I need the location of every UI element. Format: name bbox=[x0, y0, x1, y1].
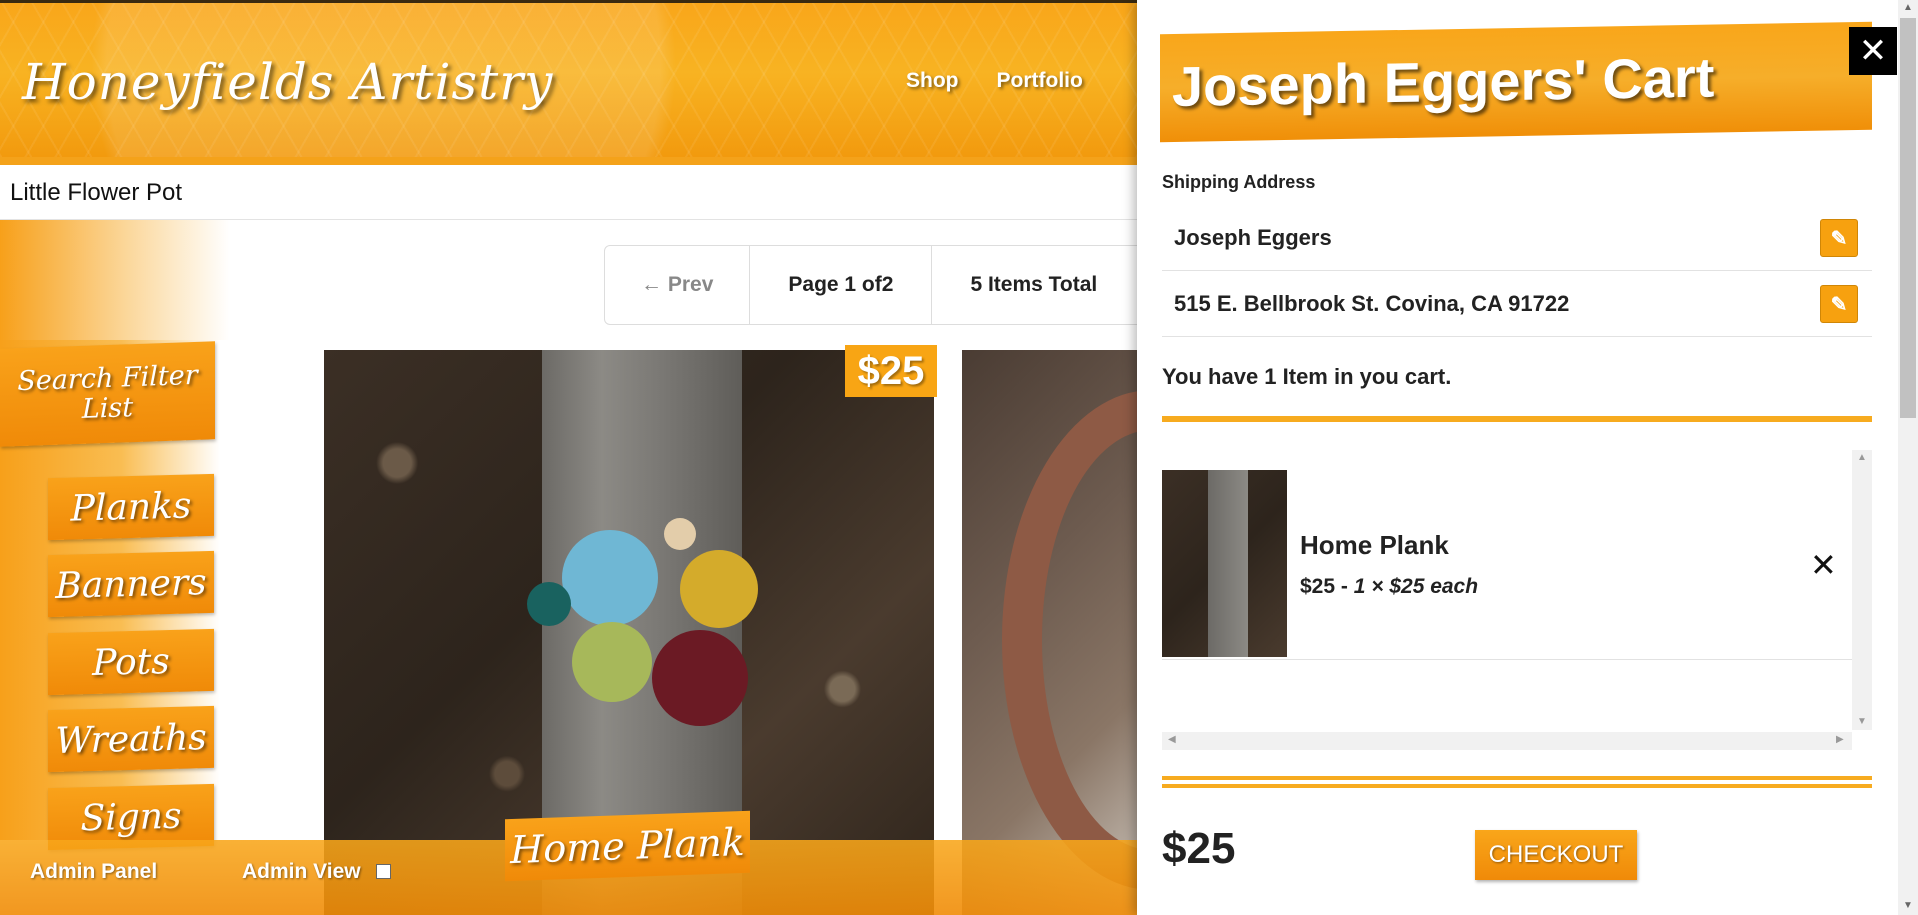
page-indicator: Page 1 of2 bbox=[750, 246, 933, 324]
checkout-button[interactable]: CHECKOUT bbox=[1475, 830, 1637, 880]
scroll-up-icon: ▲ bbox=[1857, 452, 1867, 463]
cart-items-list[interactable]: Home Plank $25 - 1 × $25 each ✕ ▲ ▼ ◀ ▶ bbox=[1162, 450, 1874, 750]
cart-title: Joseph Eggers' Cart bbox=[1160, 21, 1872, 143]
scrollbar-thumb[interactable] bbox=[1900, 18, 1916, 418]
category-pots[interactable]: Pots bbox=[48, 628, 214, 696]
items-total: 5 Items Total bbox=[970, 273, 1098, 296]
close-icon: ✕ bbox=[1858, 31, 1888, 71]
remove-item-button[interactable]: ✕ bbox=[1810, 546, 1837, 584]
sidebar-fade bbox=[0, 220, 230, 340]
price-badge: $25 bbox=[845, 345, 937, 397]
cart-total: $25 bbox=[1162, 824, 1236, 873]
items-vertical-scrollbar[interactable]: ▲ ▼ bbox=[1852, 450, 1872, 730]
arrow-left-icon: ← bbox=[641, 273, 668, 296]
cart-item: Home Plank $25 - 1 × $25 each ✕ bbox=[1162, 460, 1852, 660]
scroll-down-icon: ▼ bbox=[1903, 900, 1913, 911]
search-filter-button[interactable]: Search Filter List bbox=[0, 341, 215, 447]
divider bbox=[1162, 416, 1872, 422]
admin-panel-link[interactable]: Admin Panel bbox=[30, 860, 157, 884]
product-image bbox=[1002, 390, 1140, 890]
category-banners[interactable]: Banners bbox=[48, 550, 214, 618]
divider bbox=[1162, 776, 1872, 780]
scroll-right-icon: ▶ bbox=[1836, 734, 1844, 745]
admin-view-checkbox[interactable] bbox=[376, 864, 391, 879]
shipping-address-label: Shipping Address bbox=[1162, 172, 1316, 192]
edit-name-button[interactable]: ✎ bbox=[1820, 219, 1858, 257]
close-cart-button[interactable]: ✕ bbox=[1849, 27, 1897, 75]
cart-item-price: $25 - 1 × $25 each bbox=[1300, 575, 1479, 598]
shipping-address-row: 515 E. Bellbrook St. Covina, CA 91722 ✎ bbox=[1162, 271, 1872, 337]
items-horizontal-scrollbar[interactable]: ◀ ▶ bbox=[1162, 732, 1852, 750]
product-title: Little Flower Pot bbox=[0, 165, 1140, 220]
prev-label: Prev bbox=[667, 273, 714, 296]
scroll-down-icon: ▼ bbox=[1857, 716, 1867, 727]
admin-view-label: Admin View bbox=[242, 860, 361, 883]
site-logo[interactable]: Honeyfields Artistry bbox=[22, 53, 553, 111]
close-icon: ✕ bbox=[1810, 546, 1837, 584]
scroll-left-icon: ◀ bbox=[1168, 734, 1176, 745]
category-wreaths[interactable]: Wreaths bbox=[48, 705, 214, 773]
cart-item-thumbnail bbox=[1162, 470, 1287, 657]
edit-address-button[interactable]: ✎ bbox=[1820, 285, 1858, 323]
pencil-icon: ✎ bbox=[1830, 293, 1848, 316]
cart-item-qty: 1 × $25 each bbox=[1353, 575, 1479, 598]
shipping-name: Joseph Eggers bbox=[1174, 224, 1332, 250]
main-nav: Shop Portfolio bbox=[906, 69, 1083, 93]
prev-button[interactable]: ← Prev bbox=[605, 246, 751, 324]
pencil-icon: ✎ bbox=[1830, 227, 1848, 250]
cart-count-text: You have 1 Item in you cart. bbox=[1162, 364, 1452, 389]
category-planks[interactable]: Planks bbox=[48, 473, 214, 541]
nav-shop[interactable]: Shop bbox=[906, 69, 959, 93]
product-name-label[interactable]: Home Plank bbox=[505, 810, 750, 882]
pagination: ← Prev Page 1 of2 5 Items Total bbox=[604, 245, 1144, 325]
shipping-address: 515 E. Bellbrook St. Covina, CA 91722 bbox=[1174, 290, 1570, 316]
page-scrollbar[interactable]: ▲ ▼ bbox=[1898, 0, 1918, 915]
product-card-next[interactable] bbox=[962, 350, 1140, 915]
nav-portfolio[interactable]: Portfolio bbox=[997, 69, 1083, 93]
divider bbox=[1162, 784, 1872, 788]
cart-item-name: Home Plank bbox=[1300, 530, 1449, 560]
shipping-name-row: Joseph Eggers ✎ bbox=[1162, 205, 1872, 271]
scroll-up-icon: ▲ bbox=[1903, 2, 1913, 13]
